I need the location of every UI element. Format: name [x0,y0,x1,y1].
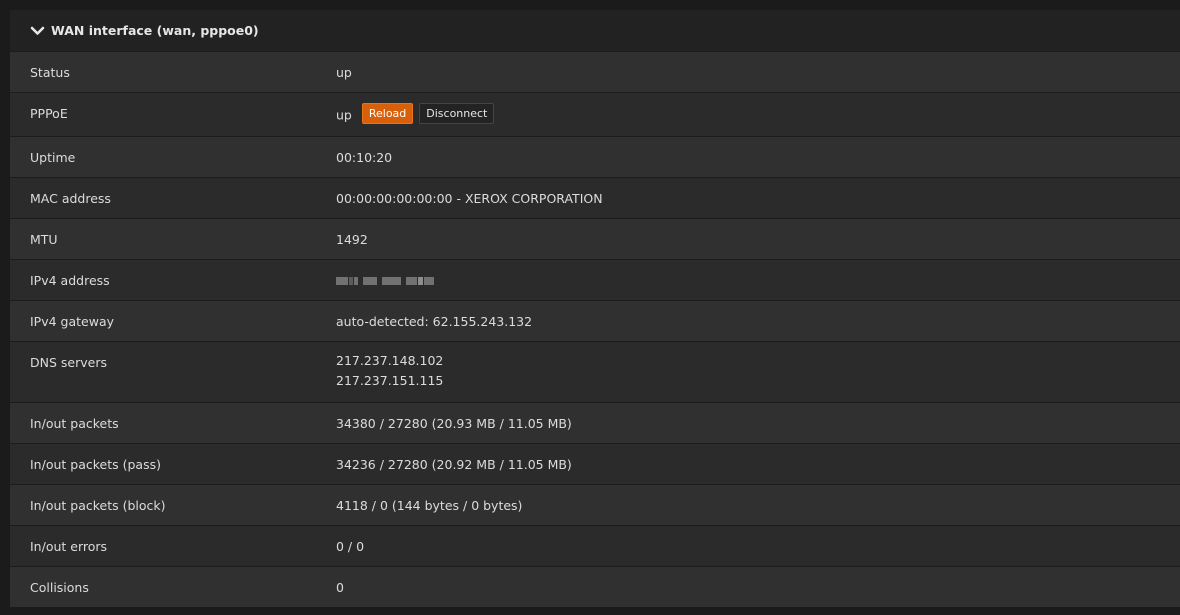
row-label: In/out errors [30,539,108,554]
table-row-ipv4-gateway: IPv4 gateway auto-detected: 62.155.243.1… [10,300,1180,341]
pppoe-status: up [336,107,352,123]
row-label: IPv4 gateway [30,314,115,329]
row-value: up Reload Disconnect [336,93,1180,124]
row-value: 0 / 0 [336,539,365,554]
table-row-uptime: Uptime 00:10:20 [10,136,1180,177]
dns-server-2: 217.237.151.115 [336,373,444,388]
row-label: Uptime [30,150,76,165]
row-label: MAC address [30,191,111,206]
row-label: In/out packets (pass) [30,457,161,472]
chevron-down-icon[interactable] [30,24,45,38]
table-row-packets: In/out packets 34380 / 27280 (20.93 MB /… [10,402,1180,443]
row-label: MTU [30,232,58,247]
table-row-packets-block: In/out packets (block) 4118 / 0 (144 byt… [10,484,1180,525]
table-row-pppoe: PPPoE up Reload Disconnect [10,92,1180,136]
reload-button[interactable]: Reload [361,103,414,124]
row-value: 34236 / 27280 (20.92 MB / 11.05 MB) [336,457,572,472]
row-label: Collisions [30,580,89,595]
table-row-ipv4-address: IPv4 address [10,259,1180,300]
row-value: 0 [336,580,344,595]
redacted-ip-address [336,276,434,285]
row-value: 1492 [336,232,368,247]
row-value: up [336,65,352,80]
row-value: 34380 / 27280 (20.93 MB / 11.05 MB) [336,416,572,431]
row-value: 00:10:20 [336,150,393,165]
row-value [336,260,1180,288]
row-label: DNS servers [30,355,107,370]
row-label: IPv4 address [30,273,110,288]
table-row-errors: In/out errors 0 / 0 [10,525,1180,566]
wan-interface-panel: WAN interface (wan, pppoe0) Status up PP… [10,10,1180,607]
table-row-mtu: MTU 1492 [10,218,1180,259]
row-value: 00:00:00:00:00:00 - XEROX CORPORATION [336,191,603,206]
row-value: auto-detected: 62.155.243.132 [336,314,533,329]
interface-details-table: Status up PPPoE up Reload Disconnect Upt… [10,51,1180,607]
panel-title: WAN interface (wan, pppoe0) [51,23,259,38]
disconnect-button[interactable]: Disconnect [419,103,495,124]
table-row-packets-pass: In/out packets (pass) 34236 / 27280 (20.… [10,443,1180,484]
row-label: PPPoE [30,106,68,121]
row-label: In/out packets [30,416,119,431]
table-row-mac-address: MAC address 00:00:00:00:00:00 - XEROX CO… [10,177,1180,218]
table-row-dns-servers: DNS servers 217.237.148.102 217.237.151.… [10,341,1180,402]
table-row-collisions: Collisions 0 [10,566,1180,607]
row-value: 4118 / 0 (144 bytes / 0 bytes) [336,498,523,513]
row-value: 217.237.148.102 217.237.151.115 [336,342,1180,391]
dns-server-1: 217.237.148.102 [336,353,444,368]
row-label: In/out packets (block) [30,498,166,513]
table-row-status: Status up [10,51,1180,92]
panel-header[interactable]: WAN interface (wan, pppoe0) [10,10,1180,51]
row-label: Status [30,65,70,80]
